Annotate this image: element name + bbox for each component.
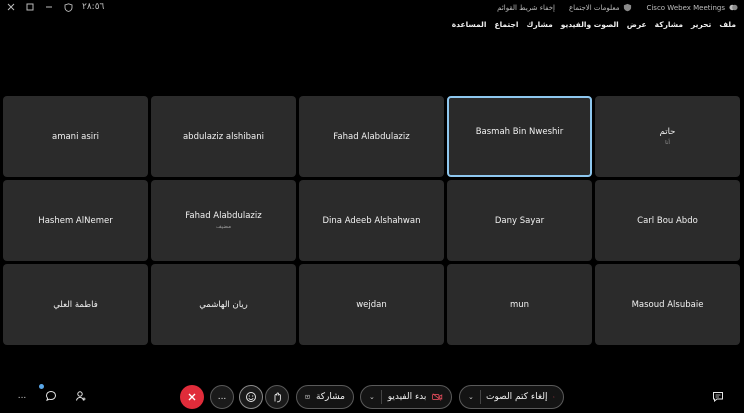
participant-name: amani asiri <box>51 131 99 142</box>
participant-name: Hashem AlNemer <box>38 215 113 226</box>
smiley-icon <box>246 392 256 402</box>
title-bar: ٢٨:٥٦ Cisco Webex Meetings معلومات الاجت… <box>0 0 744 18</box>
participant-tile[interactable]: mun <box>447 264 592 345</box>
app-name: Cisco Webex Meetings <box>646 3 725 12</box>
participant-tile[interactable]: Fahad Alabdulaziz <box>299 96 444 177</box>
share-screen-icon <box>305 394 310 399</box>
participant-name: حاتم <box>659 127 676 137</box>
more-actions-button[interactable]: ... <box>210 385 234 409</box>
participant-grid: amani asiri abdulaziz alshibani Fahad Al… <box>3 96 741 346</box>
menu-participant[interactable]: مشارك <box>526 20 552 29</box>
video-label: بدء الفيديو <box>387 392 427 402</box>
raise-hand-button[interactable] <box>265 385 289 409</box>
chat-bubble-icon <box>713 391 723 402</box>
participant-name: Dany Sayar <box>494 215 545 226</box>
chevron-down-icon[interactable]: ⌄ <box>468 393 474 401</box>
audio-label: إلغاء كتم الصوت <box>486 392 548 402</box>
meeting-info-button[interactable]: معلومات الاجتماع <box>569 3 633 12</box>
participant-name: Masoud Alsubaie <box>631 299 704 310</box>
divider <box>380 390 382 404</box>
participant-tile[interactable]: Carl Bou Abdo <box>595 180 740 261</box>
participant-tile[interactable]: Dany Sayar <box>447 180 592 261</box>
notification-dot <box>39 384 44 389</box>
share-label: مشاركة <box>315 392 345 402</box>
unmute-button[interactable]: ⌄ إلغاء كتم الصوت <box>459 385 564 409</box>
participant-name: Basmah Bin Nweshir <box>475 126 564 137</box>
start-video-button[interactable]: ⌄ بدء الفيديو <box>360 385 452 409</box>
participant-name: mun <box>509 299 530 310</box>
participant-name: Carl Bou Abdo <box>637 215 698 226</box>
chat-icon <box>45 390 57 402</box>
participant-tile[interactable]: Masoud Alsubaie <box>595 264 740 345</box>
share-button[interactable]: مشاركة <box>296 385 354 409</box>
participant-name: Dina Adeeb Alshahwan <box>322 215 421 226</box>
participant-tile[interactable]: Hashem AlNemer <box>3 180 148 261</box>
video-off-icon <box>432 393 443 401</box>
active-speaker-tile[interactable]: Basmah Bin Nweshir <box>447 96 592 177</box>
participant-tile[interactable]: amani asiri <box>3 96 148 177</box>
chat-button[interactable] <box>42 387 60 405</box>
minimize-window-icon[interactable] <box>44 2 54 12</box>
participant-name: ريان الهاشمي <box>199 299 248 310</box>
participant-tile[interactable]: Dina Adeeb Alshahwan <box>299 180 444 261</box>
participant-tile[interactable]: فاطمة العلي <box>3 264 148 345</box>
close-icon <box>188 393 196 401</box>
menu-file[interactable]: ملف <box>719 20 736 29</box>
reactions-button[interactable] <box>239 385 263 409</box>
captions-button[interactable] <box>709 387 727 405</box>
menu-share[interactable]: مشاركة <box>655 20 683 29</box>
menu-edit[interactable]: تحرير <box>691 20 711 29</box>
end-meeting-button[interactable] <box>180 385 204 409</box>
participant-name: wejdan <box>356 299 387 310</box>
window-controls: ٢٨:٥٦ <box>6 2 104 12</box>
info-shield-icon <box>624 3 632 12</box>
participant-tile[interactable]: ريان الهاشمي <box>151 264 296 345</box>
close-window-icon[interactable] <box>6 2 16 12</box>
meeting-toolbar: ... ... مشاركة ⌄ بدء الفيديو ⌄ إلغاء كتم… <box>0 383 744 411</box>
participant-name: Fahad Alabdulaziz <box>333 131 410 142</box>
participant-name: فاطمة العلي <box>53 299 98 310</box>
webex-logo-icon <box>729 4 738 11</box>
participant-name: Fahad Alabdulaziz <box>185 211 262 221</box>
meeting-timer: ٢٨:٥٦ <box>82 2 105 12</box>
menu-bar: ملف تحرير مشاركة عرض الصوت والفيديو مشار… <box>452 20 736 29</box>
more-options-icon[interactable]: ... <box>14 389 30 403</box>
shield-icon <box>63 2 73 12</box>
hand-icon <box>274 392 281 403</box>
participants-icon <box>76 391 86 401</box>
menu-help[interactable]: المساعدة <box>452 20 487 29</box>
app-logo: Cisco Webex Meetings <box>646 3 738 12</box>
participant-tile[interactable]: abdulaziz alshibani <box>151 96 296 177</box>
chevron-down-icon[interactable]: ⌄ <box>369 393 375 401</box>
title-right: Cisco Webex Meetings معلومات الاجتماع إخ… <box>497 3 738 12</box>
participants-button[interactable] <box>72 387 90 405</box>
hide-menu-bar-button[interactable]: إخفاء شريط القوائم <box>497 4 555 12</box>
participant-tile[interactable]: wejdan <box>299 264 444 345</box>
menu-meeting[interactable]: اجتماع <box>494 20 518 29</box>
menu-view[interactable]: عرض <box>627 20 647 29</box>
menu-audio-video[interactable]: الصوت والفيديو <box>561 20 619 29</box>
meeting-info-label: معلومات الاجتماع <box>568 3 620 12</box>
microphone-muted-icon <box>553 396 555 398</box>
participant-tile-self[interactable]: حاتم أنا <box>595 96 740 177</box>
participant-role: أنا <box>665 140 670 146</box>
maximize-window-icon[interactable] <box>25 2 35 12</box>
participant-tile-host[interactable]: Fahad Alabdulaziz مضيف <box>151 180 296 261</box>
participant-role: مضيف <box>215 224 232 230</box>
participant-name: abdulaziz alshibani <box>182 131 265 142</box>
